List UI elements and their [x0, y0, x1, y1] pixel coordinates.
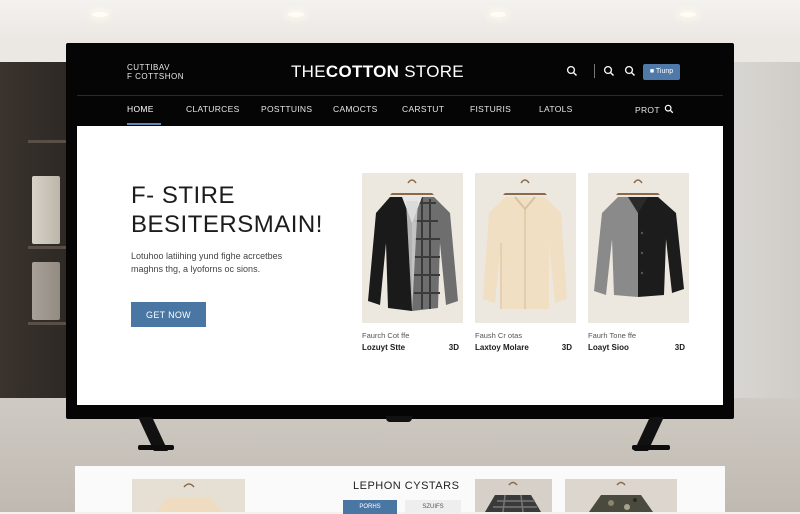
product-price: 3D	[448, 343, 459, 352]
product-image[interactable]	[475, 173, 576, 323]
search-icon[interactable]	[566, 65, 578, 77]
nav-item-fisturis[interactable]: FISTURIS	[470, 104, 511, 114]
tv-stand-foot	[138, 445, 174, 450]
product-card[interactable]: Faurch Cot ffe Lozuyt Stte 3D	[362, 173, 463, 352]
closet-shelf	[28, 322, 66, 325]
hero-title: F- STIRE BESITERSMAIN!	[131, 181, 323, 239]
hero-description-line: Lotuhoo latiihing yund fighe acrcetbes	[131, 251, 283, 261]
product-image[interactable]	[588, 173, 689, 323]
product-title-row: Laxtoy Molare 3D	[475, 343, 576, 352]
hero-title-line: F- STIRE	[131, 182, 235, 209]
product-title: Lozuyt Stte	[362, 343, 406, 352]
brand-small-line: CUTTIBAV	[127, 63, 170, 72]
nav-item-posttuins[interactable]: POSTTUINS	[261, 104, 312, 114]
search-icon[interactable]	[624, 65, 636, 77]
nav-active-indicator	[127, 123, 161, 125]
nav-prot-label: PROT	[635, 105, 660, 115]
search-icon[interactable]	[603, 65, 615, 77]
product-title: Loayt Sioo	[588, 343, 629, 352]
tv-stand-foot	[632, 445, 670, 450]
ceiling-light	[288, 12, 304, 17]
jacket-grey-black-image	[594, 179, 684, 297]
closet-clothing	[32, 176, 60, 244]
main-nav: HOME CLATURCES POSTTUINS CAMOCTS CARSTUT…	[77, 96, 723, 126]
closet-shelf	[28, 246, 66, 249]
tv-sensor	[386, 416, 412, 422]
product-name: Faurch Cot ffe	[362, 331, 410, 340]
nav-item-latols[interactable]: LATOLS	[539, 104, 573, 114]
logo-prefix: THE	[291, 62, 326, 81]
product-price: 3D	[674, 343, 685, 352]
nav-item-clatures[interactable]: CLATURCES	[186, 104, 240, 114]
logo-main: COTTON	[325, 62, 400, 81]
product-name: Faurh Tone ffe	[588, 331, 637, 340]
nav-item-home[interactable]: HOME	[127, 104, 154, 114]
product-name: Faush Cr otas	[475, 331, 523, 340]
search-icon	[665, 104, 674, 114]
jacket-plaid-image	[485, 481, 541, 512]
product-title: Laxtoy Molare	[475, 343, 529, 352]
account-button[interactable]: ■ Tiunp	[643, 64, 680, 80]
hero-description-line: maghns thg, a lyoforns oc sions.	[131, 264, 261, 274]
shirt-beige-image	[156, 483, 222, 512]
hero-description: Lotuhoo latiihing yund fighe acrcetbes m…	[131, 250, 282, 276]
product-price: 3D	[561, 343, 572, 352]
brand-small-line: F COTTSHON	[127, 72, 184, 81]
product-title-row: Loayt Sioo 3D	[588, 343, 689, 352]
product-card[interactable]: Faurh Tone ffe Loayt Sioo 3D	[588, 173, 689, 352]
logo-suffix: STORE	[399, 62, 464, 81]
closet-clothing	[32, 262, 60, 320]
ceiling-light	[490, 12, 506, 17]
product-image[interactable]	[475, 479, 552, 512]
right-wall	[734, 62, 800, 398]
nav-item-camocts[interactable]: CAMOCTS	[333, 104, 378, 114]
product-card[interactable]: Faush Cr otas Laxtoy Molare 3D	[475, 173, 576, 352]
nav-item-prot[interactable]: PROT	[635, 104, 674, 115]
store-logo[interactable]: THECOTTON STORE	[291, 62, 464, 82]
header-divider	[594, 64, 595, 78]
hero-section: F- STIRE BESITERSMAIN! Lotuhoo latiihing…	[77, 126, 723, 405]
jacket-camo-image	[589, 481, 653, 512]
closet-shelf	[28, 140, 66, 143]
nav-item-carstut[interactable]: CARSTUT	[402, 104, 444, 114]
product-image[interactable]	[132, 479, 245, 512]
brand-small[interactable]: CUTTIBAV F COTTSHON	[127, 63, 184, 81]
ceiling-light	[680, 12, 696, 17]
get-now-button[interactable]: GET NOW	[131, 302, 206, 327]
section-title: LEPHON CYSTARS	[353, 480, 460, 492]
product-title-row: Lozuyt Stte 3D	[362, 343, 463, 352]
hero-title-line: BESITERSMAIN!	[131, 211, 323, 238]
shirt-beige-image	[483, 179, 567, 309]
product-image[interactable]	[565, 479, 677, 512]
jacket-black-plaid-image	[368, 179, 458, 311]
account-button-label: Tiunp	[655, 68, 674, 75]
site-header: CUTTIBAV F COTTSHON THECOTTON STORE ■ Ti…	[77, 48, 723, 94]
ceiling-light	[92, 12, 108, 17]
secondary-panel: LEPHON CYSTARS PORHS SZUIFS	[75, 466, 725, 514]
product-image[interactable]	[362, 173, 463, 323]
